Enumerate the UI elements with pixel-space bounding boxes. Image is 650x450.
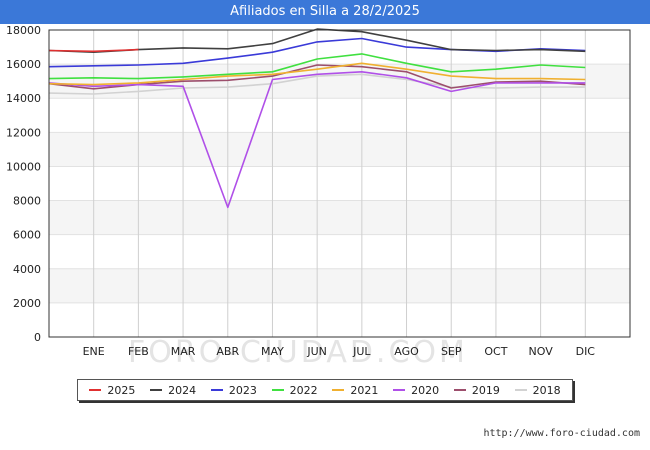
plot-band [49,200,630,235]
plot-bands [49,30,630,337]
y-tick-label: 0 [34,331,41,344]
y-tick-label: 18000 [6,24,41,37]
source-url: http://www.foro-ciudad.com [483,428,640,439]
legend-item-2019: 2019 [453,383,500,397]
legend-label: 2019 [471,383,500,397]
plot-band [49,234,630,269]
legend-swatch [453,389,466,391]
x-tick-label: SEP [441,345,462,358]
legend-label: 2025 [107,383,136,397]
x-tick-label: NOV [529,345,554,358]
legend-label: 2022 [289,383,318,397]
plot-band [49,132,630,167]
y-tick-label: 10000 [6,160,41,173]
legend-label: 2020 [411,383,440,397]
x-tick-label: ABR [216,345,239,358]
plot-band [49,302,630,337]
x-tick-label: AGO [394,345,419,358]
y-tick-label: 14000 [6,92,41,105]
y-tick-label: 16000 [6,58,41,71]
y-axis-tick-labels: 0 2000 4000 6000 8000 10000 12000 14000 16000 180… [6,24,41,344]
x-tick-label: DIC [576,345,596,358]
plot-band [49,98,630,133]
legend-swatch [514,389,527,391]
x-tick-label: FEB [128,345,149,358]
y-tick-label: 6000 [13,229,41,242]
x-tick-label: JUN [306,345,327,358]
legend-item-2020: 2020 [393,384,439,397]
y-tick-label: 12000 [6,126,41,139]
legend-item-2021: 2021 [332,384,378,397]
x-tick-label: JUL [352,345,371,358]
legend-swatch [332,389,345,391]
legend-swatch [393,389,406,391]
legend-label: 2018 [532,383,561,397]
legend-label: 2021 [350,383,379,397]
legend-label: 2024 [168,383,197,397]
x-tick-label: MAR [171,345,196,358]
legend-item-2025: 2025 [89,384,135,397]
legend: 2025 2024 2023 2022 2021 2020 2019 2018 [77,379,573,401]
y-tick-label: 2000 [13,297,41,310]
plot-band [49,268,630,303]
plot-band [49,166,630,201]
legend-swatch [271,389,284,391]
y-tick-label: 8000 [13,195,41,208]
legend-item-2022: 2022 [271,383,318,397]
legend-item-2018: 2018 [514,383,561,397]
legend-item-2024: 2024 [150,384,196,397]
x-tick-label: ENE [83,345,105,358]
plot-band [49,30,630,65]
legend-item-2023: 2023 [210,383,257,397]
legend-swatch [89,389,102,391]
y-tick-label: 4000 [13,263,41,276]
x-tick-label: OCT [484,345,507,358]
x-tick-label: MAY [261,345,284,358]
legend-swatch [210,389,223,391]
legend-swatch [150,389,163,391]
legend-label: 2023 [228,383,257,397]
